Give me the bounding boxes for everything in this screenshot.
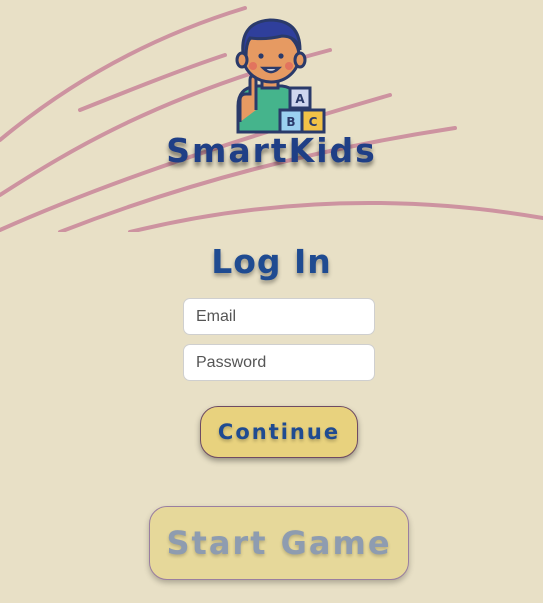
swirl-line (0, 6, 247, 142)
swirl-line (78, 53, 227, 112)
svg-text:B: B (286, 115, 295, 129)
kid-with-abc-blocks-icon: A B C (235, 18, 326, 134)
email-field[interactable] (183, 298, 375, 335)
svg-text:C: C (309, 115, 318, 129)
continue-button[interactable]: Continue (200, 406, 358, 458)
password-field[interactable] (183, 344, 375, 381)
brand-name: SmartKids (166, 131, 377, 170)
login-title: Log In (211, 242, 332, 281)
hero-banner: A B C SmartKids (0, 0, 543, 232)
svg-text:A: A (295, 92, 305, 106)
swirl-line (128, 201, 543, 232)
start-game-button[interactable]: Start Game (149, 506, 409, 580)
